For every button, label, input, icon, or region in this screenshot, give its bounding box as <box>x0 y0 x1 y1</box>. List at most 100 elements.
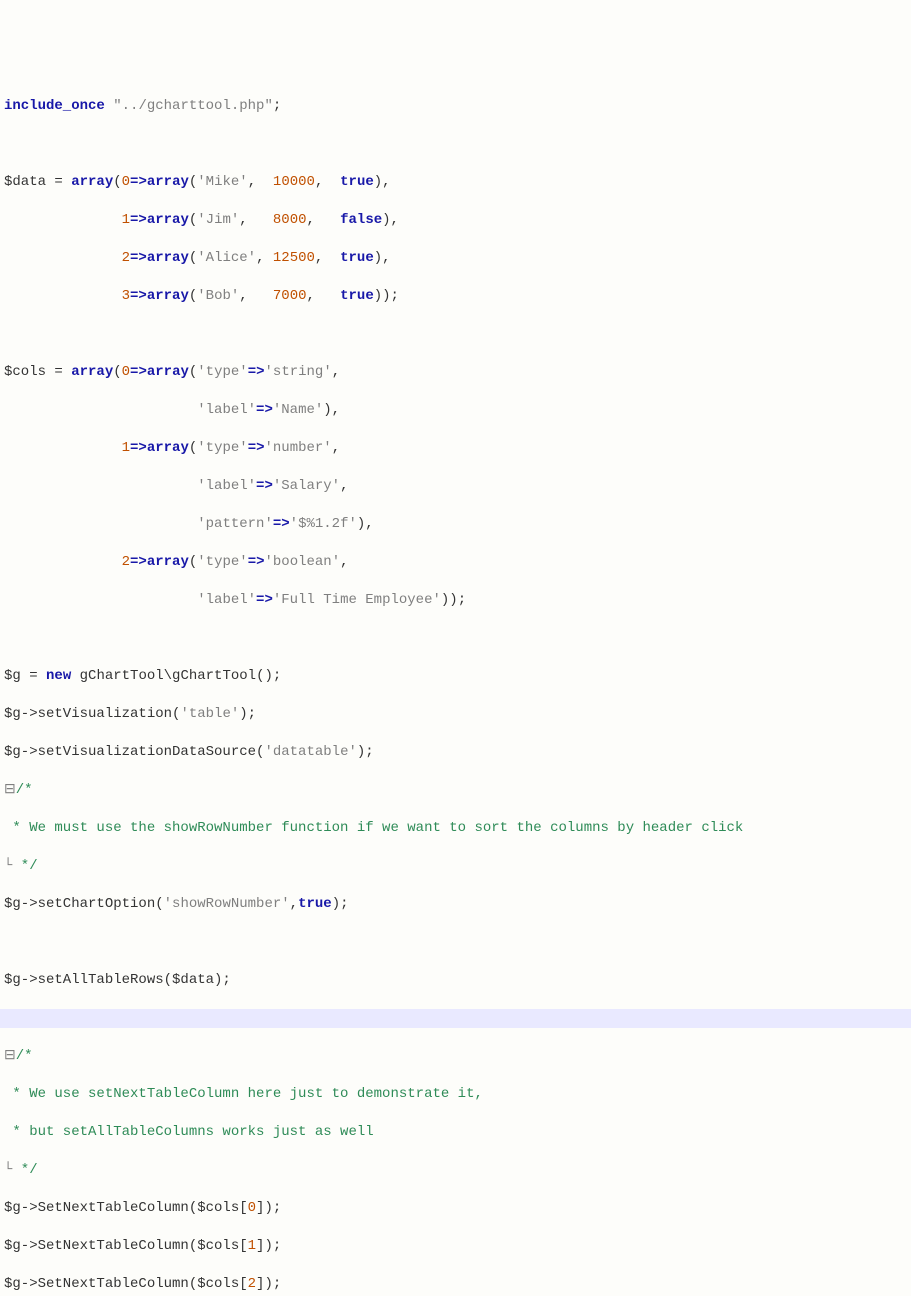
number-literal: 2 <box>248 1276 256 1292</box>
code-line-blank <box>0 933 911 952</box>
number-literal: 10000 <box>273 174 315 190</box>
string-literal: 'Jim' <box>197 212 239 228</box>
code-line: $g->SetNextTableColumn($cols[0]); <box>0 1199 911 1218</box>
code-line-blank <box>0 135 911 154</box>
class-name: gChartTool\gChartTool(); <box>71 668 281 684</box>
keyword-array: array <box>147 440 189 456</box>
bool-literal: false <box>340 212 382 228</box>
arrow-op: => <box>248 554 265 570</box>
code-line: $g->setAllTableRows($data); <box>0 971 911 990</box>
method-call: $g->SetNextTableColumn($cols[ <box>4 1238 248 1254</box>
arrow-op: => <box>130 174 147 190</box>
semicolon: ; <box>273 98 281 114</box>
code-line: 'label'=>'Name'), <box>0 401 911 420</box>
arrow-op: => <box>130 288 147 304</box>
code-line: $data = array(0=>array('Mike', 10000, tr… <box>0 173 911 192</box>
string-literal: 'type' <box>197 554 247 570</box>
code-line: 1=>array('Jim', 8000, false), <box>0 211 911 230</box>
keyword-array: array <box>71 174 113 190</box>
code-line: 'pattern'=>'$%1.2f'), <box>0 515 911 534</box>
code-line: 3=>array('Bob', 7000, true)); <box>0 287 911 306</box>
arrow-op: => <box>130 364 147 380</box>
code-line: $g->setVisualization('table'); <box>0 705 911 724</box>
string-literal: 'Mike' <box>197 174 247 190</box>
code-line: ⊟/* <box>0 1047 911 1066</box>
arrow-op: => <box>273 516 290 532</box>
string-literal: 'label' <box>197 478 256 494</box>
fold-gutter-icon: ⊟ <box>4 782 16 798</box>
code-line: $cols = array(0=>array('type'=>'string', <box>0 363 911 382</box>
string-literal: 'Salary' <box>273 478 340 494</box>
code-line: * We use setNextTableColumn here just to… <box>0 1085 911 1104</box>
code-line: $g->setVisualizationDataSource('datatabl… <box>0 743 911 762</box>
arrow-op: => <box>130 554 147 570</box>
string-literal: 'number' <box>265 440 332 456</box>
method-call: $g->setAllTableRows($data); <box>4 972 231 988</box>
comment-open: /* <box>16 1048 33 1064</box>
arrow-op: => <box>256 592 273 608</box>
code-line: * We must use the showRowNumber function… <box>0 819 911 838</box>
fold-gutter-end-icon: └ <box>4 858 12 874</box>
number-literal: 8000 <box>273 212 307 228</box>
code-line: └ */ <box>0 857 911 876</box>
string-literal: 'datatable' <box>264 744 356 760</box>
keyword-array: array <box>147 250 189 266</box>
string-literal: 'type' <box>197 364 247 380</box>
keyword-new: new <box>46 668 71 684</box>
comment-close: */ <box>12 858 37 874</box>
comment-text: * We must use the showRowNumber function… <box>4 820 743 836</box>
method-call: $g->setChartOption( <box>4 896 164 912</box>
keyword-array: array <box>147 364 189 380</box>
method-call: $g->SetNextTableColumn($cols[ <box>4 1276 248 1292</box>
code-line: $g->SetNextTableColumn($cols[1]); <box>0 1237 911 1256</box>
bool-literal: true <box>298 896 332 912</box>
keyword-array: array <box>147 174 189 190</box>
code-line-blank <box>0 629 911 648</box>
code-line-blank <box>0 325 911 344</box>
number-literal: 12500 <box>273 250 315 266</box>
code-line: $g = new gChartTool\gChartTool(); <box>0 667 911 686</box>
arrow-op: => <box>130 250 147 266</box>
string-literal: "../gcharttool.php" <box>113 98 273 114</box>
keyword-array: array <box>147 212 189 228</box>
number-literal: 0 <box>122 364 130 380</box>
number-literal: 0 <box>248 1200 256 1216</box>
number-literal: 2 <box>122 554 130 570</box>
arrow-op: => <box>248 364 265 380</box>
comment-open: /* <box>16 782 33 798</box>
fold-gutter-icon: ⊟ <box>4 1048 16 1064</box>
code-line: └ */ <box>0 1161 911 1180</box>
comment-text: * but setAllTableColumns works just as w… <box>4 1124 374 1140</box>
string-literal: 'string' <box>265 364 332 380</box>
code-editor[interactable]: include_once "../gcharttool.php"; $data … <box>0 76 911 1296</box>
code-line: 1=>array('type'=>'number', <box>0 439 911 458</box>
number-literal: 1 <box>122 440 130 456</box>
code-line-current <box>0 1009 911 1028</box>
arrow-op: => <box>248 440 265 456</box>
var-assign: $data = <box>4 174 71 190</box>
code-line: 2=>array('type'=>'boolean', <box>0 553 911 572</box>
comment-close: */ <box>12 1162 37 1178</box>
number-literal: 0 <box>122 174 130 190</box>
code-line: 'label'=>'Full Time Employee')); <box>0 591 911 610</box>
string-literal: 'table' <box>180 706 239 722</box>
fold-gutter-end-icon: └ <box>4 1162 12 1178</box>
string-literal: 'Full Time Employee' <box>273 592 441 608</box>
string-literal: 'label' <box>197 592 256 608</box>
arrow-op: => <box>256 402 273 418</box>
string-literal: 'type' <box>197 440 247 456</box>
string-literal: 'Alice' <box>197 250 256 266</box>
string-literal: 'Name' <box>273 402 323 418</box>
code-line: include_once "../gcharttool.php"; <box>0 97 911 116</box>
string-literal: 'pattern' <box>197 516 273 532</box>
code-line: 2=>array('Alice', 12500, true), <box>0 249 911 268</box>
string-literal: 'showRowNumber' <box>164 896 290 912</box>
string-literal: '$%1.2f' <box>290 516 357 532</box>
var-assign: $g = <box>4 668 46 684</box>
code-line: * but setAllTableColumns works just as w… <box>0 1123 911 1142</box>
bool-literal: true <box>340 288 374 304</box>
arrow-op: => <box>256 478 273 494</box>
code-line: $g->setChartOption('showRowNumber',true)… <box>0 895 911 914</box>
close-bracket: ]); <box>256 1238 281 1254</box>
number-literal: 2 <box>122 250 130 266</box>
